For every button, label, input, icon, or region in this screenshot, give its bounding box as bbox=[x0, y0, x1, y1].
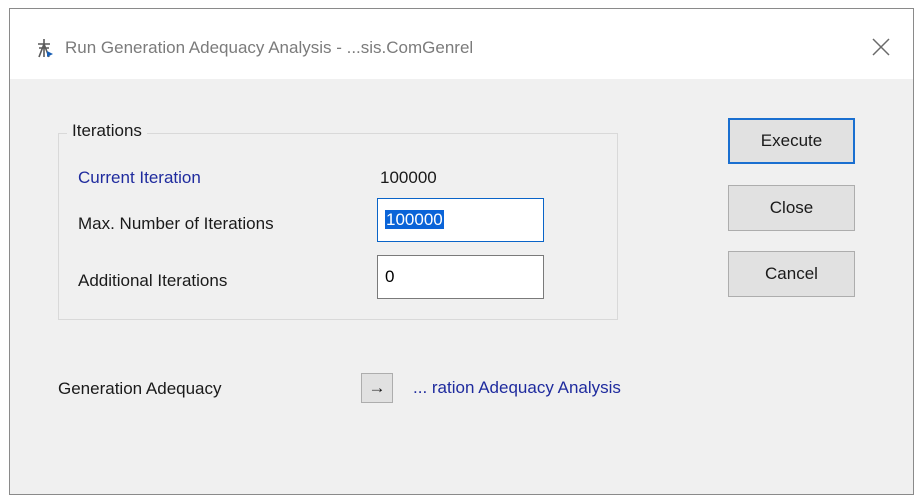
current-iteration-label: Current Iteration bbox=[78, 168, 201, 187]
max-iterations-label: Max. Number of Iterations bbox=[78, 214, 274, 233]
generation-adequacy-link[interactable]: ... ration Adequacy Analysis bbox=[413, 378, 621, 398]
close-icon[interactable] bbox=[867, 33, 895, 61]
max-iterations-value: 100000 bbox=[385, 210, 444, 229]
title-bar: Run Generation Adequacy Analysis - ...si… bbox=[10, 9, 913, 79]
dialog-window: Run Generation Adequacy Analysis - ...si… bbox=[9, 8, 914, 495]
generation-adequacy-label: Generation Adequacy bbox=[58, 379, 222, 398]
tower-icon bbox=[38, 39, 53, 58]
current-iteration-value: 100000 bbox=[380, 168, 437, 187]
cancel-button[interactable]: Cancel bbox=[728, 251, 855, 297]
execute-button[interactable]: Execute bbox=[728, 118, 855, 164]
additional-iterations-value: 0 bbox=[385, 267, 395, 286]
window-title: Run Generation Adequacy Analysis - ...si… bbox=[65, 38, 474, 57]
close-button[interactable]: Close bbox=[728, 185, 855, 231]
max-iterations-input[interactable]: 100000 bbox=[377, 198, 544, 242]
iterations-group-title: Iterations bbox=[67, 121, 147, 141]
arrow-right-icon: → bbox=[368, 378, 386, 397]
additional-iterations-input[interactable]: 0 bbox=[377, 255, 544, 299]
additional-iterations-label: Additional Iterations bbox=[78, 271, 228, 290]
jump-to-button[interactable]: → bbox=[361, 373, 393, 403]
